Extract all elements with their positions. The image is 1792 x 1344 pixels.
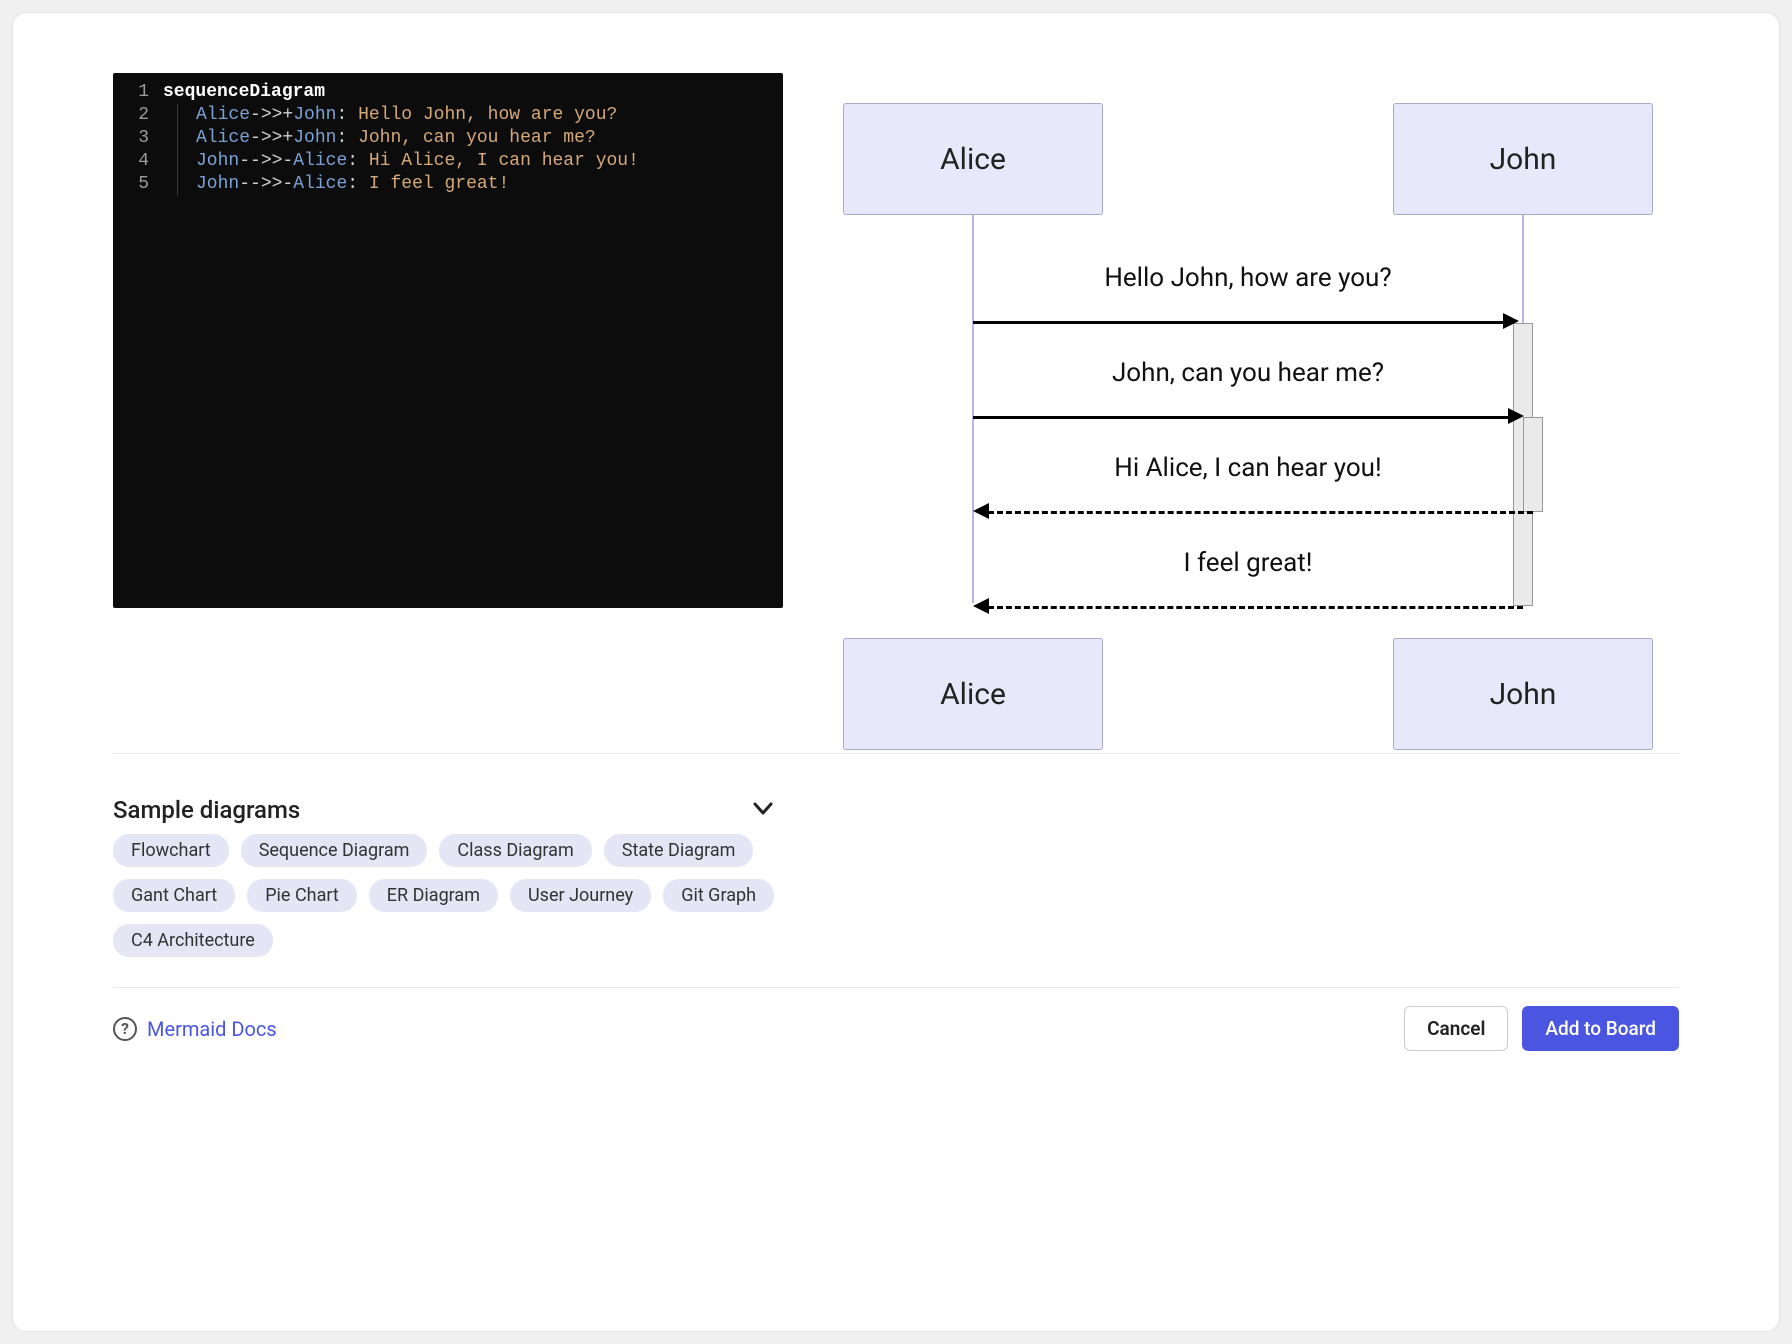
line-number: 3 bbox=[113, 127, 163, 150]
code-line[interactable]: 5 John-->>-Alice: I feel great! bbox=[113, 173, 783, 196]
sample-chips: Flowchart Sequence Diagram Class Diagram St… bbox=[113, 834, 793, 957]
code-content: John-->>-Alice: I feel great! bbox=[177, 173, 509, 196]
code-editor[interactable]: 1sequenceDiagram2 Alice->>+John: Hello Jo… bbox=[113, 73, 783, 608]
message-arrow bbox=[988, 606, 1523, 609]
actor-box-john-bottom: John bbox=[1393, 638, 1653, 750]
code-line[interactable]: 4 John-->>-Alice: Hi Alice, I can hear yo… bbox=[113, 150, 783, 173]
line-number: 4 bbox=[113, 150, 163, 173]
help-icon: ? bbox=[113, 1017, 137, 1041]
sample-chip[interactable]: Git Graph bbox=[663, 879, 774, 912]
message-arrow bbox=[988, 511, 1533, 514]
sample-chip[interactable]: Gant Chart bbox=[113, 879, 235, 912]
dialog-card: 1sequenceDiagram2 Alice->>+John: Hello Jo… bbox=[12, 12, 1780, 1332]
code-content: Alice->>+John: John, can you hear me? bbox=[177, 127, 596, 150]
diagram-preview: Alice John Hello John, how are you? John… bbox=[813, 73, 1679, 753]
sample-chip[interactable]: State Diagram bbox=[604, 834, 754, 867]
sample-chip[interactable]: C4 Architecture bbox=[113, 924, 273, 957]
code-line[interactable]: 1sequenceDiagram bbox=[113, 81, 783, 104]
message-arrow bbox=[973, 416, 1513, 419]
message-label: Hi Alice, I can hear you! bbox=[978, 453, 1518, 483]
code-content: John-->>-Alice: Hi Alice, I can hear you… bbox=[177, 150, 639, 173]
add-to-board-button[interactable]: Add to Board bbox=[1522, 1006, 1679, 1051]
message-arrow bbox=[973, 321, 1513, 324]
sample-diagrams-title: Sample diagrams bbox=[113, 796, 300, 824]
cancel-button[interactable]: Cancel bbox=[1404, 1006, 1508, 1051]
lifeline-alice bbox=[972, 213, 974, 603]
sample-chip[interactable]: User Journey bbox=[510, 879, 651, 912]
sample-chip[interactable]: ER Diagram bbox=[369, 879, 498, 912]
sample-chip[interactable]: Pie Chart bbox=[247, 879, 357, 912]
message-label: Hello John, how are you? bbox=[978, 263, 1518, 293]
arrowhead-icon bbox=[973, 503, 989, 519]
message-label: John, can you hear me? bbox=[978, 358, 1518, 388]
line-number: 1 bbox=[113, 81, 163, 104]
code-content: sequenceDiagram bbox=[163, 81, 325, 104]
sample-chip[interactable]: Sequence Diagram bbox=[241, 834, 428, 867]
arrowhead-icon bbox=[973, 598, 989, 614]
chevron-down-icon bbox=[753, 800, 773, 821]
docs-link-label: Mermaid Docs bbox=[147, 1017, 277, 1041]
code-line[interactable]: 2 Alice->>+John: Hello John, how are you? bbox=[113, 104, 783, 127]
code-content: Alice->>+John: Hello John, how are you? bbox=[177, 104, 617, 127]
arrowhead-icon bbox=[1503, 313, 1519, 329]
sample-diagrams-section: Sample diagrams Flowchart Sequence Diagra… bbox=[13, 788, 1779, 957]
sample-diagrams-header[interactable]: Sample diagrams bbox=[113, 788, 773, 834]
activation-bar bbox=[1523, 417, 1543, 512]
actor-box-alice-bottom: Alice bbox=[843, 638, 1103, 750]
sample-chip[interactable]: Flowchart bbox=[113, 834, 229, 867]
actor-box-john-top: John bbox=[1393, 103, 1653, 215]
arrowhead-icon bbox=[1508, 408, 1524, 424]
sample-chip[interactable]: Class Diagram bbox=[439, 834, 591, 867]
actor-box-alice-top: Alice bbox=[843, 103, 1103, 215]
message-label: I feel great! bbox=[978, 548, 1518, 578]
mermaid-docs-link[interactable]: ? Mermaid Docs bbox=[113, 1017, 277, 1041]
line-number: 5 bbox=[113, 173, 163, 196]
line-number: 2 bbox=[113, 104, 163, 127]
code-line[interactable]: 3 Alice->>+John: John, can you hear me? bbox=[113, 127, 783, 150]
